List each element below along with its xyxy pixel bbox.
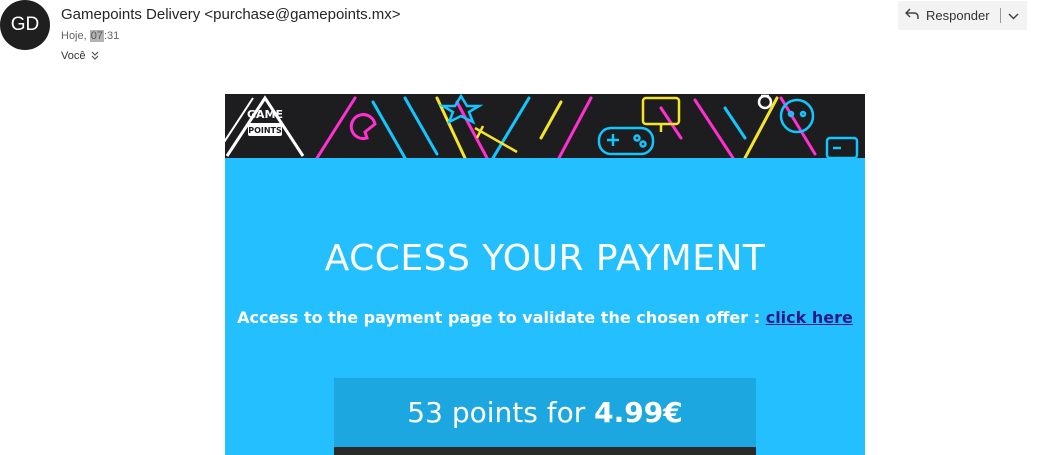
pacman-icon bbox=[349, 113, 377, 141]
time-hour: 07 bbox=[89, 30, 104, 42]
chevron-down-icon bbox=[1008, 8, 1019, 23]
offer-price: 4.99€ bbox=[594, 396, 683, 429]
payment-instruction-text: Access to the payment page to validate t… bbox=[237, 308, 766, 327]
email-headline: ACCESS YOUR PAYMENT bbox=[324, 238, 766, 279]
recipient-line[interactable]: Você bbox=[61, 50, 99, 62]
sender-name[interactable]: Gamepoints Delivery <purchase@gamepoints… bbox=[61, 6, 401, 23]
offer-summary: 53 points for 4.99€ bbox=[334, 378, 756, 447]
payment-link[interactable]: click here bbox=[766, 308, 853, 327]
expand-recipients-icon[interactable] bbox=[91, 51, 99, 62]
reply-button[interactable]: Responder bbox=[898, 1, 990, 30]
offer-points-text: 53 points for bbox=[407, 396, 595, 429]
logo-text-game: GAME bbox=[247, 108, 283, 121]
logo-text-points: POINTS bbox=[248, 126, 282, 135]
reply-options-button[interactable] bbox=[1007, 1, 1021, 30]
avatar-initials: GD bbox=[10, 14, 40, 35]
reply-icon bbox=[904, 8, 919, 23]
reply-button-group: Responder bbox=[898, 1, 1027, 30]
gamepoints-logo: GAME POINTS bbox=[225, 95, 305, 157]
offer-footer-bar bbox=[334, 447, 756, 455]
gamepoints-banner: GAME POINTS bbox=[225, 94, 865, 158]
recipient-name: Você bbox=[61, 50, 86, 62]
date-prefix: Hoje, bbox=[61, 30, 90, 42]
email-content-panel: ACCESS YOUR PAYMENT Access to the paymen… bbox=[225, 158, 865, 455]
banner-pattern bbox=[315, 96, 817, 158]
time-minutes: :31 bbox=[104, 30, 120, 42]
received-date: Hoje, 07:31 bbox=[61, 30, 119, 42]
banner-graphic: GAME POINTS bbox=[225, 94, 859, 158]
reply-divider bbox=[999, 8, 1001, 23]
handheld-console-icon bbox=[825, 136, 859, 158]
sender-avatar: GD bbox=[0, 0, 50, 50]
payment-instruction: Access to the payment page to validate t… bbox=[225, 308, 865, 327]
reply-label: Responder bbox=[926, 8, 990, 23]
gamepad-icon bbox=[597, 126, 655, 156]
potion-icon bbox=[757, 94, 773, 110]
